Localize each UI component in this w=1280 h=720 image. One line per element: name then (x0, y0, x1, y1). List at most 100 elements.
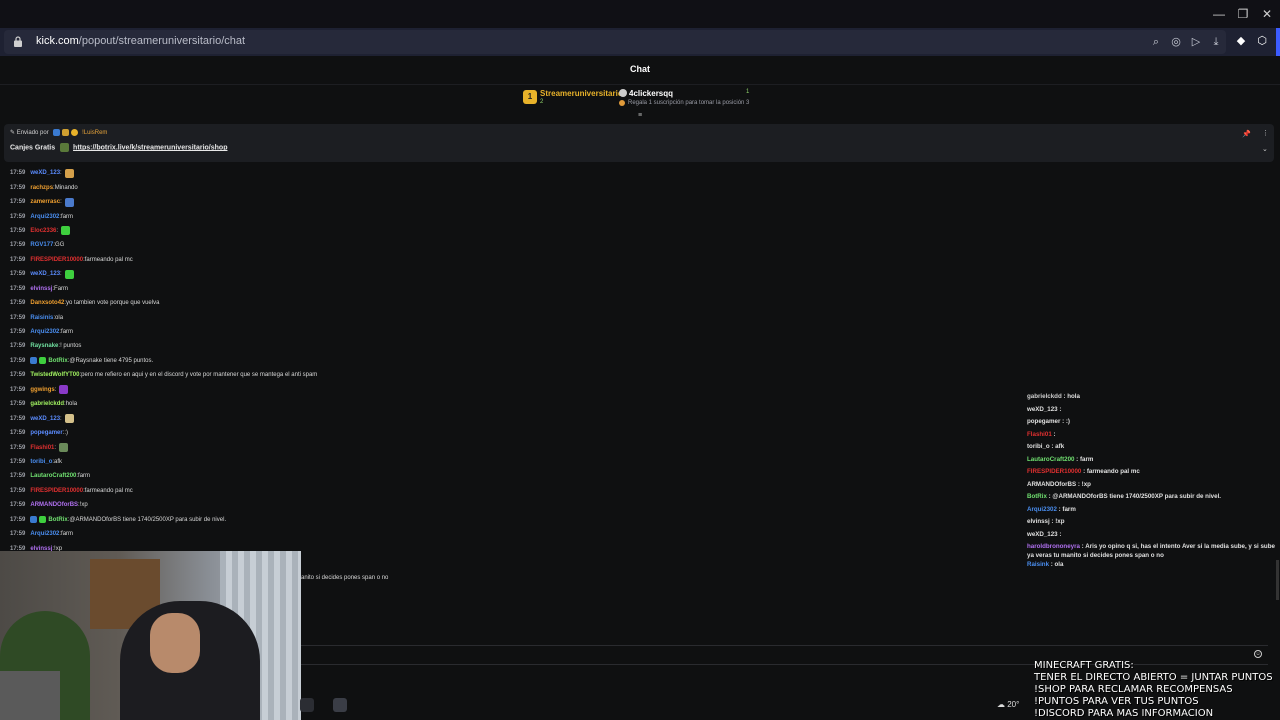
taskbar-app-icon[interactable] (333, 698, 347, 712)
message-username[interactable]: toribi_o (30, 457, 52, 467)
message-username[interactable]: FIRESPIDER10000 (30, 486, 83, 496)
chat-message[interactable]: 17:59 toribi_o: afk (10, 455, 570, 469)
chat-message[interactable]: 17:59 Raysnake: ! puntos (10, 339, 570, 353)
gift-leaderboard: 1 Streameruniversitario 2 4clickersqq 1 … (0, 84, 1280, 120)
emote-icon (61, 226, 71, 236)
search-icon[interactable]: ⌕ (1149, 35, 1163, 49)
scrollbar[interactable] (1276, 560, 1279, 600)
message-username[interactable]: ggwings (30, 385, 54, 395)
message-username[interactable]: Arqui2302 (30, 529, 59, 539)
pinned-link[interactable]: https://botrix.live/k/streameruniversita… (73, 144, 227, 151)
message-separator: : (60, 415, 62, 422)
chat-message[interactable]: 17:59 Raisinis: ola (10, 310, 570, 324)
leader-first-count: 2 (540, 99, 544, 105)
message-text: @ARMANDOforBS tiene 1740/2500XP para sub… (69, 516, 227, 523)
chat-message[interactable]: 17:59 Arqui2302: farm (10, 325, 570, 339)
chat-message[interactable]: 17:59 Arqui2302: farm (10, 527, 570, 541)
message-username[interactable]: rachzps (30, 183, 53, 193)
message-time: 17:59 (10, 314, 26, 321)
message-username[interactable]: Flashi01 (30, 443, 54, 453)
message-username[interactable]: BotRix (48, 356, 67, 366)
chat-message[interactable]: 17:59 rachzps: Minando (10, 180, 570, 194)
message-username[interactable]: gabrielckdd (30, 399, 64, 409)
message-time: 17:59 (10, 531, 26, 538)
chat-message[interactable]: 17:59 TwistedWolfYT00: pero me refiero en… (10, 368, 570, 382)
message-username[interactable]: elvinssj (30, 284, 52, 294)
weather-widget[interactable]: ☁ 20° (997, 700, 1019, 709)
chat-message[interactable]: 17:59 BotRix: @ARMANDOforBS tiene 1740/25… (10, 513, 570, 527)
message-username[interactable]: TwistedWolfYT00 (30, 370, 79, 380)
message-username[interactable]: RGV177 (30, 240, 53, 250)
message-username[interactable]: ARMANDOforBS (30, 500, 78, 510)
pinned-header: ✎ Enviado por !LuisRem (10, 129, 107, 136)
shield-icon[interactable]: ◎ (1169, 35, 1183, 49)
message-username[interactable]: BotRix (48, 515, 67, 525)
url-field[interactable]: kick.com/popout/streameruniversitario/ch… (4, 30, 1226, 54)
download-icon[interactable]: ⤓ (1209, 35, 1223, 49)
message-username[interactable]: Raisinis (30, 313, 53, 323)
chat-message[interactable]: 17:59 elvinssj: Farm (10, 282, 570, 296)
chat-message[interactable]: 17:59 zamerrasc: (10, 195, 570, 209)
chevron-down-icon[interactable]: ⌄ (1262, 145, 1268, 153)
chat-message[interactable]: 17:59 LautaroCraft200: farm (10, 469, 570, 483)
chat-message[interactable]: 17:59 Danxsoto42: yo tambien vote porque … (10, 296, 570, 310)
play-icon[interactable]: ▷ (1189, 35, 1203, 49)
pin-icon: ✎ (10, 130, 17, 137)
chat-message[interactable]: 17:59 weXD_123: (10, 411, 570, 425)
unpin-icon[interactable]: 📌 (1242, 130, 1251, 138)
leader-second-name[interactable]: 4clickersqq (629, 89, 673, 98)
chat-message[interactable]: 17:59 Eloc2336: (10, 224, 570, 238)
message-text: @Raysnake tiene 4795 puntos. (69, 357, 154, 364)
chat-message[interactable]: 17:59 FIRESPIDER10000: farmeando pal mc (10, 484, 570, 498)
message-username[interactable]: Arqui2302 (30, 212, 59, 222)
message-username[interactable]: weXD_123 (30, 269, 60, 279)
cloud-icon: ☁ (997, 700, 1008, 709)
message-username[interactable]: LautaroCraft200 (30, 471, 76, 481)
message-username[interactable]: zamerrasc (30, 197, 60, 207)
overlay-username: gabrielckdd (1027, 393, 1062, 400)
overlay-text: : !xp (1049, 518, 1065, 525)
message-text: farm (61, 531, 74, 538)
taskbar-app-icon[interactable] (300, 698, 314, 712)
message-username[interactable]: Raysnake (30, 341, 58, 351)
chat-message[interactable]: 17:59 ARMANDOforBS: !xp (10, 498, 570, 512)
message-username[interactable]: weXD_123 (30, 168, 60, 178)
message-username[interactable]: Eloc2336 (30, 226, 56, 236)
extension-diamond-icon[interactable]: ◆ (1232, 31, 1250, 51)
message-time: 17:59 (10, 213, 26, 220)
chat-message[interactable]: 17:59 popegamer: :) (10, 426, 570, 440)
emoji-icon[interactable]: ☺ (1254, 650, 1262, 658)
chat-message[interactable]: 17:59 RGV177: GG (10, 238, 570, 252)
collapse-handle-icon[interactable]: ≡ (636, 112, 644, 119)
leader-second-count: 1 (746, 89, 750, 95)
promo-line: TENER EL DIRECTO ABIERTO = JUNTAR PUNTOS (1034, 672, 1273, 683)
chat-message[interactable]: 17:59 weXD_123: (10, 267, 570, 281)
chat-message[interactable]: 17:59 Arqui2302: farm (10, 209, 570, 223)
leader-first-name[interactable]: Streameruniversitario (540, 89, 623, 98)
webcam-chair (0, 671, 60, 720)
overlay-message: Flashi01 : (1027, 430, 1280, 443)
chat-message[interactable]: 17:59 Flashi01: (10, 440, 570, 454)
overlay-message: ARMANDOforBS : !xp (1027, 480, 1280, 493)
chat-message[interactable]: 17:59 BotRix: @Raysnake tiene 4795 puntos… (10, 354, 570, 368)
minimize-icon[interactable]: — (1209, 5, 1229, 23)
close-icon[interactable]: ✕ (1257, 5, 1277, 23)
chat-message[interactable]: 17:59 gabrielckdd: hola (10, 397, 570, 411)
chat-message[interactable]: 17:59 weXD_123: (10, 166, 570, 180)
pinned-by-user[interactable]: !LuisRem (82, 130, 107, 136)
window-titlebar: — ❐ ✕ (0, 0, 1280, 28)
overlay-chat: gabrielckdd : hola weXD_123 : popegamer :… (1027, 392, 1280, 573)
chat-message[interactable]: 17:59 FIRESPIDER10000: farmeando pal mc (10, 253, 570, 267)
overlay-message: Arqui2302 : farm (1027, 505, 1280, 518)
message-username[interactable]: Danxsoto42 (30, 298, 64, 308)
message-username[interactable]: Arqui2302 (30, 327, 59, 337)
message-username[interactable]: weXD_123 (30, 414, 60, 424)
message-text: farm (61, 329, 74, 336)
restore-icon[interactable]: ❐ (1233, 5, 1253, 23)
message-username[interactable]: popegamer (30, 428, 62, 438)
more-options-icon[interactable]: ⋮ (1262, 129, 1269, 137)
overlay-text: : (1057, 405, 1062, 413)
chat-message[interactable]: 17:59 ggwings: (10, 383, 570, 397)
message-username[interactable]: FIRESPIDER10000 (30, 255, 83, 265)
extension-cube-icon[interactable]: ⬡ (1253, 31, 1271, 51)
